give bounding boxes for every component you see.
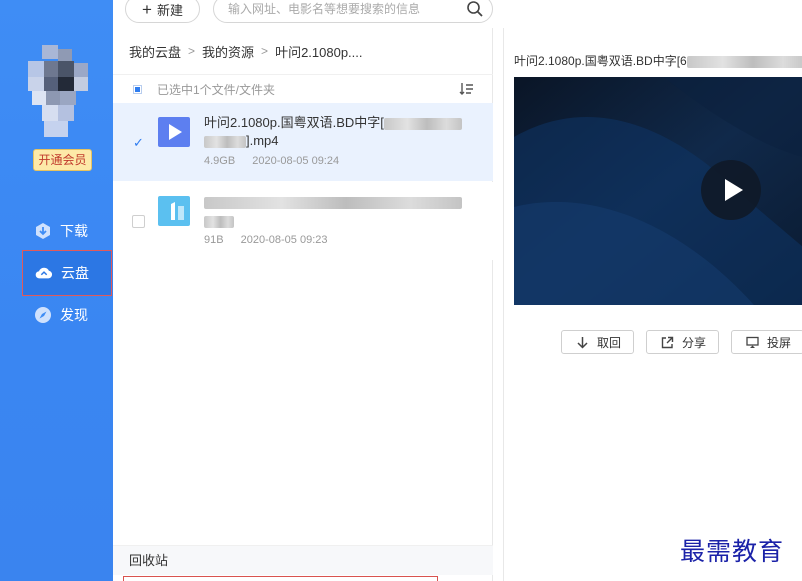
blurred-text	[204, 135, 246, 148]
file-checkbox[interactable]	[132, 215, 145, 228]
sidebar-item-label: 发现	[60, 307, 88, 323]
share-label: 分享	[682, 335, 707, 350]
file-list-panel: 我的云盘 > 我的资源 > 叶问2.1080p.... 已选中1个文件/文件夹 …	[113, 28, 493, 581]
compass-icon	[34, 306, 52, 324]
file-date: 2020-08-05 09:24	[252, 155, 340, 167]
file-row[interactable]: 91B 2020-08-05 09:23	[113, 182, 493, 260]
chevron-right-icon: >	[188, 44, 196, 58]
file-size: 4.9GB	[204, 155, 236, 167]
file-row[interactable]: ✓ 叶问2.1080p.国粤双语.BD中字[ ].mp4 4.9GB 2020-…	[113, 103, 493, 181]
sidebar-item-discover[interactable]: 发现	[22, 292, 112, 338]
file-date: 2020-08-05 09:23	[240, 234, 328, 246]
play-button[interactable]	[701, 160, 761, 220]
new-button[interactable]: + 新建	[125, 0, 200, 23]
arrow-down-icon	[577, 336, 588, 349]
download-icon	[34, 222, 52, 240]
video-file-icon	[158, 117, 190, 147]
checkmark-icon: ✓	[133, 135, 144, 150]
share-icon	[661, 336, 674, 348]
file-checkbox[interactable]: ✓	[132, 135, 145, 150]
cast-label: 投屏	[767, 335, 792, 350]
sidebar-item-cloud[interactable]: 云盘	[22, 250, 112, 296]
breadcrumb-item[interactable]: 我的云盘	[129, 42, 181, 61]
sidebar-item-label: 云盘	[61, 265, 89, 281]
file-size: 91B	[204, 234, 224, 246]
select-all-checkbox[interactable]	[133, 85, 142, 94]
highlight-outline	[123, 576, 438, 581]
recycle-bin[interactable]: 回收站	[113, 545, 493, 575]
plus-icon: +	[142, 0, 152, 19]
left-sidebar: 开通会员 下载 云盘 发现	[0, 0, 113, 581]
retrieve-button[interactable]: 取回	[561, 330, 635, 354]
selection-status: 已选中1个文件/文件夹	[157, 83, 276, 97]
blurred-text	[204, 216, 234, 229]
file-name	[204, 193, 474, 229]
cast-icon	[746, 336, 759, 348]
file-name-prefix: 叶问2.1080p.国粤双语.BD中字[	[204, 115, 384, 130]
sidebar-item-label: 下载	[60, 223, 88, 239]
selection-bar: 已选中1个文件/文件夹	[113, 74, 493, 102]
preview-actions: 取回 分享 投屏	[561, 330, 802, 354]
avatar[interactable]	[28, 45, 88, 137]
vip-button[interactable]: 开通会员	[33, 149, 92, 171]
cast-button[interactable]: 投屏	[731, 330, 802, 354]
breadcrumb: 我的云盘 > 我的资源 > 叶问2.1080p....	[129, 42, 363, 60]
file-name-suffix: ].mp4	[246, 133, 279, 148]
top-toolbar: + 新建	[113, 0, 802, 28]
document-file-icon	[158, 196, 190, 226]
chevron-right-icon: >	[261, 44, 269, 58]
cloud-icon	[35, 264, 53, 282]
preview-title-text: 叶问2.1080p.国粤双语.BD中字[6	[514, 54, 687, 68]
play-icon	[725, 179, 743, 201]
file-name: 叶问2.1080p.国粤双语.BD中字[ ].mp4	[204, 114, 474, 150]
search-input[interactable]	[228, 0, 458, 18]
preview-panel: 叶问2.1080p.国粤双语.BD中字[6 取回 分享 投屏	[503, 28, 802, 581]
preview-title: 叶问2.1080p.国粤双语.BD中字[6	[514, 52, 802, 69]
file-meta: 91B 2020-08-05 09:23	[204, 234, 342, 246]
blurred-text	[383, 117, 462, 130]
breadcrumb-item-current: 叶问2.1080p....	[275, 44, 363, 60]
watermark: 最需教育	[680, 537, 785, 566]
new-button-label: 新建	[156, 2, 183, 18]
blurred-text	[204, 196, 462, 209]
share-button[interactable]: 分享	[646, 330, 720, 354]
search-icon[interactable]	[466, 0, 484, 18]
file-meta: 4.9GB 2020-08-05 09:24	[204, 155, 353, 167]
video-player[interactable]	[514, 77, 802, 305]
breadcrumb-item[interactable]: 我的资源	[202, 42, 254, 61]
retrieve-label: 取回	[597, 335, 622, 350]
sidebar-item-download[interactable]: 下载	[22, 208, 112, 254]
search-box	[213, 0, 493, 23]
sort-icon[interactable]	[458, 81, 474, 97]
blurred-text	[686, 55, 802, 68]
